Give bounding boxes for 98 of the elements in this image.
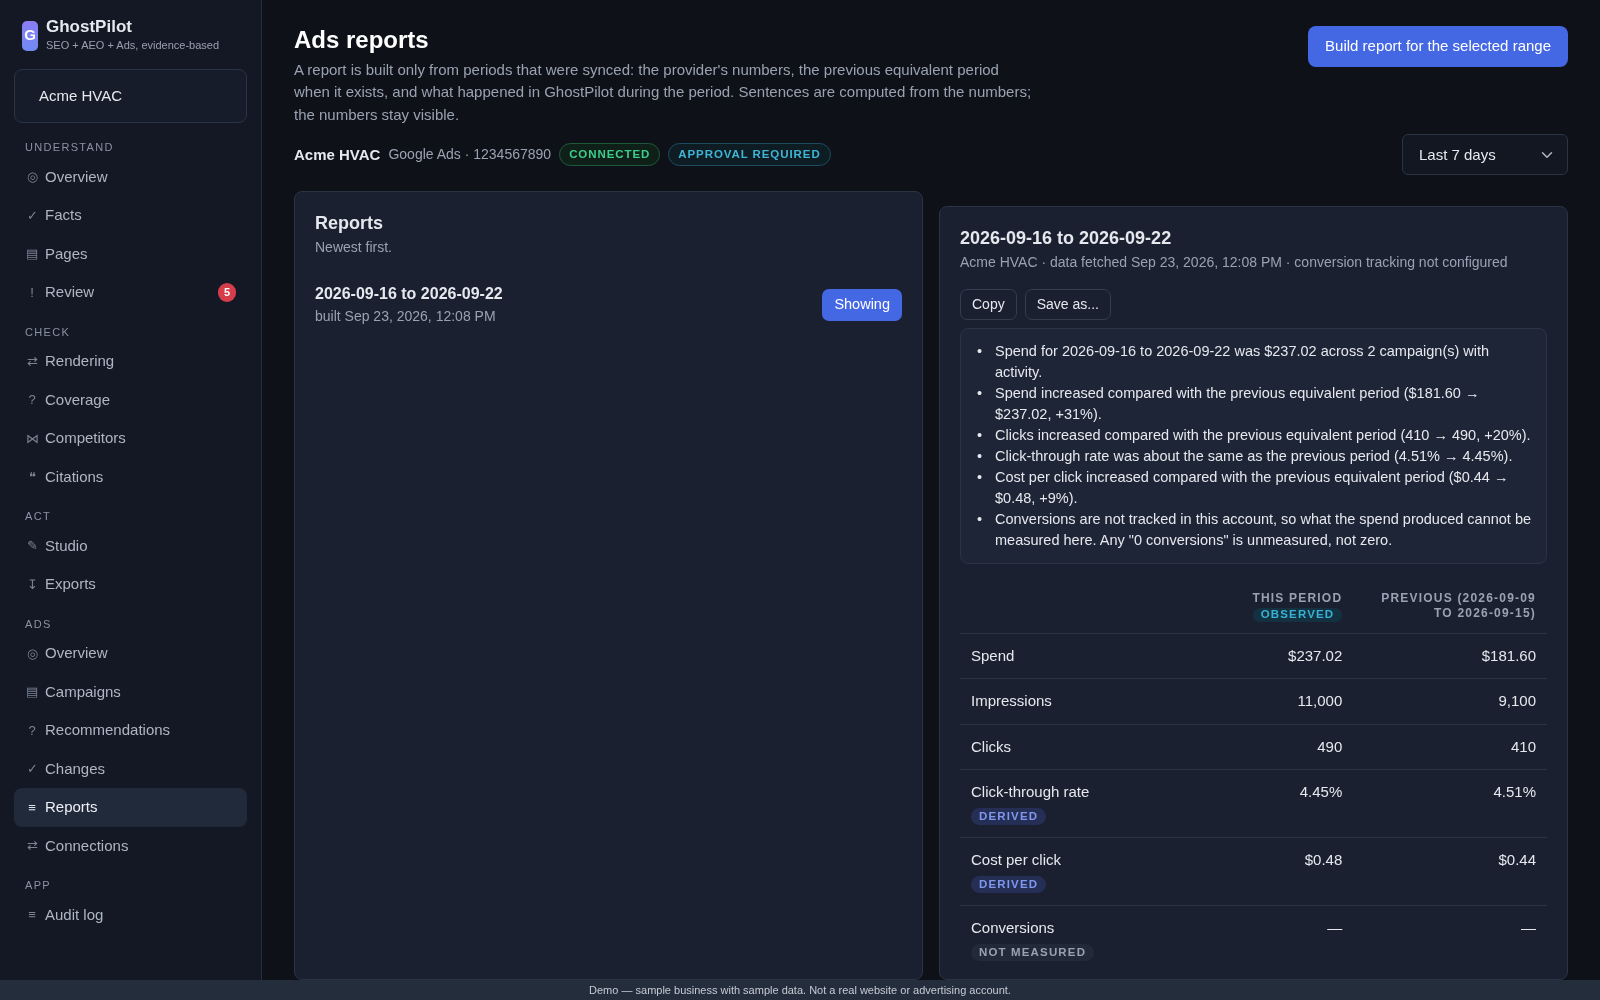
observed-badge: OBSERVED [1252, 607, 1343, 622]
table-cell: 9,100 [1353, 678, 1547, 725]
sidebar-item[interactable]: ? Coverage [14, 380, 247, 420]
report-date: built Sep 23, 2026, 12:08 PM [315, 307, 497, 327]
item-icon: ? [25, 720, 39, 741]
panel-title: Reports [315, 212, 384, 236]
copy-button[interactable]: Copy [960, 289, 1017, 321]
sidebar-item[interactable]: ◎ Overview [14, 157, 247, 197]
not-measured-badge: NOT MEASURED [971, 943, 1095, 961]
sidebar-item[interactable]: ✓ Changes [14, 749, 247, 789]
section-heading: UNDERSTAND [24, 140, 115, 156]
item-icon: ◎ [25, 643, 39, 664]
summary-item: Conversions are not tracked in this account, so what the spend produced cannot be measured here. Any "0 conversions" is unmeasured, not zero. [995, 510, 1532, 551]
page-title: Ads reports [294, 26, 430, 55]
build-report-button[interactable]: Build report for the selected range [1308, 26, 1568, 67]
section-heading: APP [24, 878, 52, 894]
app-name: GhostPilot [46, 18, 133, 37]
summary-item: Cost per click increased compared with the previous equivalent period ($0.44 → $0.48, +9%). [995, 468, 1510, 509]
count-badge: 5 [217, 283, 236, 302]
sidebar-item[interactable]: ▤ Pages [14, 234, 247, 274]
table-cell: — [1159, 905, 1354, 974]
item-icon: ⇄ [25, 351, 39, 372]
bullet-icon: • [977, 383, 985, 426]
section-heading: CHECK [24, 324, 72, 340]
showing-button[interactable]: Showing [822, 288, 902, 321]
table-cell: 11,000 [1159, 678, 1354, 725]
item-icon: ! [25, 282, 39, 303]
item-icon: ≡ [25, 905, 39, 925]
sidebar-item[interactable]: ≡ Audit log [14, 895, 247, 935]
save-as-button[interactable]: Save as... [1024, 289, 1111, 321]
table-cell: $181.60 [1353, 633, 1547, 679]
column-header: PREVIOUS (2026-09-09 TO 2026-09-15) [1380, 591, 1536, 621]
item-icon: ⇄ [25, 836, 39, 856]
metric-label: Cost per click [971, 850, 1063, 871]
sidebar-item[interactable]: ✎ Studio [14, 526, 247, 566]
sidebar-item[interactable]: ⇄ Connections [14, 826, 247, 866]
report-title: 2026-09-16 to 2026-09-22 [315, 284, 503, 305]
item-icon: ✓ [25, 205, 39, 226]
item-icon: ◎ [25, 167, 39, 187]
sidebar-item[interactable]: ⋈ Competitors [14, 419, 247, 458]
bullet-icon: • [977, 341, 985, 384]
item-icon: ↧ [25, 574, 39, 595]
summary-item: Click-through rate was about the same as the previous period (4.51% → 4.45%). [995, 447, 1513, 467]
sidebar-item[interactable]: ❝ Citations [14, 457, 247, 497]
panel-subtitle: Newest first. [315, 238, 393, 258]
sidebar-item[interactable]: ↧ Exports [14, 565, 247, 604]
metric-label: Impressions [971, 691, 1053, 712]
item-icon: ▤ [25, 682, 39, 702]
bullet-icon: • [977, 467, 985, 510]
derived-badge: DERIVED [971, 807, 1047, 825]
item-icon: ≡ [25, 797, 39, 818]
table-cell: $237.02 [1159, 633, 1354, 679]
sidebar-item[interactable]: ▤ Campaigns [14, 672, 247, 712]
summary-item: Spend for 2026-09-16 to 2026-09-22 was $237.02 across 2 campaign(s) with activity. [995, 342, 1491, 383]
report-heading: 2026-09-16 to 2026-09-22 [960, 227, 1173, 251]
section-heading: ADS [24, 616, 53, 632]
item-icon: ✓ [25, 759, 39, 779]
range-select[interactable]: Last 7 days [1402, 134, 1568, 176]
bullet-icon: • [977, 425, 985, 447]
table-cell: $0.44 [1353, 837, 1547, 906]
table-cell: 410 [1353, 724, 1547, 770]
bullet-icon: • [977, 446, 985, 468]
sidebar-item[interactable]: ≡ Reports [14, 788, 247, 827]
metric-label: Spend [971, 645, 1016, 666]
item-icon: ✎ [25, 536, 39, 556]
section-heading: ACT [24, 509, 52, 525]
table-cell: $0.48 [1159, 837, 1354, 906]
app-tagline: SEO + AEO + Ads, evidence-based [46, 37, 220, 53]
status-badge: APPROVAL REQUIRED [668, 143, 831, 167]
table-cell: — [1353, 905, 1547, 974]
sidebar-item[interactable]: ? Recommendations [14, 711, 247, 750]
summary-item: Spend increased compared with the previous equivalent period ($181.60 → $237.02, +31%). [995, 384, 1481, 425]
logo-icon: G [22, 20, 38, 51]
metric-label: Conversions [971, 918, 1056, 939]
metric-label: Click-through rate [971, 782, 1091, 803]
sidebar-item[interactable]: ⇄ Rendering [14, 342, 247, 381]
column-header: THIS PERIOD [1251, 591, 1343, 606]
item-icon: ❝ [25, 467, 39, 487]
sidebar-item[interactable]: ◎ Overview [14, 634, 247, 673]
table-cell: 490 [1159, 724, 1354, 770]
status-badge: CONNECTED [559, 143, 661, 167]
sidebar-item[interactable]: ! Review 5 [14, 273, 247, 312]
metric-label: Clicks [971, 736, 1012, 757]
account-name: Acme HVAC [294, 144, 381, 165]
item-icon: ? [25, 390, 39, 410]
demo-notice: Demo — sample business with sample data. Not a real website or advertising account. [0, 980, 1600, 1000]
table-cell: 4.51% [1353, 769, 1547, 838]
derived-badge: DERIVED [971, 875, 1047, 893]
report-meta: Acme HVAC · data fetched Sep 23, 2026, 12:08 PM · conversion tracking not configured [960, 253, 1509, 273]
item-icon: ▤ [25, 244, 39, 264]
page-description: A report is built only from periods that were synced: the provider's numbers, the previous equivalent period when it exists, and what happened in GhostPilot during the period. Sentences are computed from the numbers; the numbers stay visible. [294, 59, 1033, 125]
item-icon: ⋈ [25, 428, 39, 449]
table-cell: 4.45% [1159, 769, 1354, 838]
workspace-select[interactable]: Acme HVAC [14, 69, 247, 124]
summary-item: Clicks increased compared with the previous equivalent period (410 → 490, +20%). [995, 426, 1531, 446]
bullet-icon: • [977, 509, 985, 552]
account-detail: Google Ads · 1234567890 [388, 145, 552, 165]
sidebar-item[interactable]: ✓ Facts [14, 196, 247, 235]
